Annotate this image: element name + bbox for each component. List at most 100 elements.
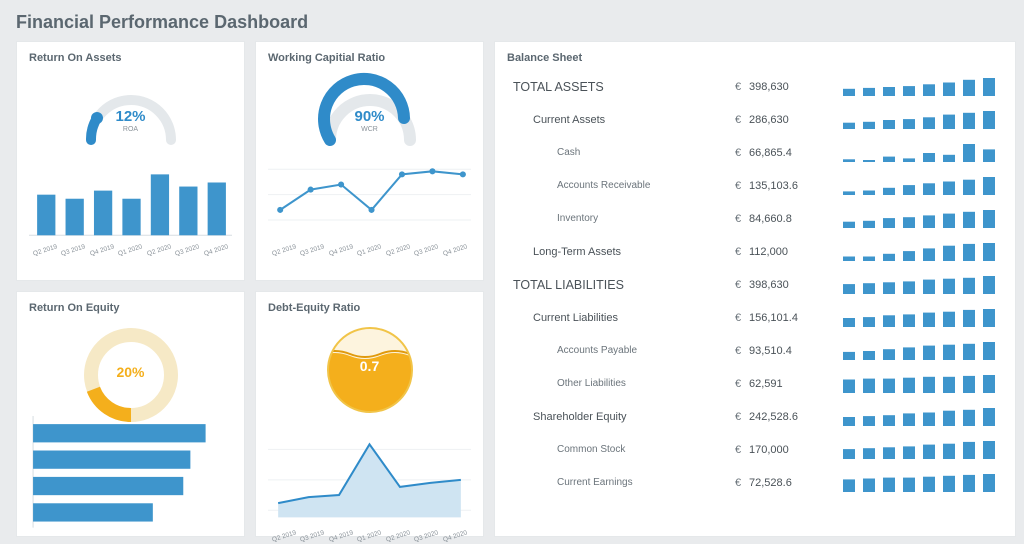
x-label: Q3 2020 — [412, 243, 441, 258]
balance-row-value: 72,528.6 — [749, 477, 829, 489]
balance-row-currency: € — [727, 147, 749, 159]
x-label: Q2 2019 — [270, 528, 299, 543]
card-roa-title: Return On Assets — [29, 52, 232, 64]
balance-row: Inventory€84,660.8 — [507, 202, 1003, 235]
card-wcr-title: Working Capitial Ratio — [268, 52, 471, 64]
area-der: Q2 2019Q3 2019Q4 2019Q1 2020Q2 2020Q3 20… — [268, 424, 471, 540]
balance-row-sparkline — [829, 406, 1003, 428]
balance-row-currency: € — [727, 279, 749, 291]
x-label: Q1 2020 — [355, 528, 384, 543]
balance-row-sparkline — [829, 109, 1003, 131]
dashboard-grid: Return On Assets 12% ROA — [16, 41, 1008, 537]
balance-row-value: 286,630 — [749, 114, 829, 126]
x-label: Q2 2019 — [31, 243, 60, 258]
balance-row-sparkline — [829, 373, 1003, 395]
balance-row: Long-Term Assets€112,000 — [507, 235, 1003, 268]
balance-row: Accounts Receivable€135,103.6 — [507, 169, 1003, 202]
balance-row-value: 112,000 — [749, 246, 829, 258]
gauge-roa-value: 12% — [71, 108, 191, 125]
x-label: Q2 2020 — [383, 528, 412, 543]
area-der-xlabels: Q2 2019Q3 2019Q4 2019Q1 2020Q2 2020Q3 20… — [268, 531, 471, 540]
x-label: Q2 2020 — [144, 243, 173, 258]
x-label: Q3 2019 — [298, 243, 327, 258]
balance-row-currency: € — [727, 477, 749, 489]
gauge-roa-sub: ROA — [71, 126, 191, 133]
balance-row: Cash€66,865.4 — [507, 136, 1003, 169]
balance-row: Common Stock€170,000 — [507, 433, 1003, 466]
balance-row-name: Cash — [507, 147, 727, 158]
x-label: Q3 2019 — [59, 243, 88, 258]
card-der-title: Debt-Equity Ratio — [268, 302, 471, 314]
x-label: Q2 2019 — [270, 243, 299, 258]
balance-row-name: Inventory — [507, 213, 727, 224]
x-label: Q3 2020 — [173, 243, 202, 258]
donut-roe: 20% — [76, 320, 186, 410]
gauge-wcr: 90% WCR — [310, 70, 430, 145]
page-title: Financial Performance Dashboard — [16, 12, 1008, 33]
balance-row-sparkline — [829, 472, 1003, 494]
balance-row-currency: € — [727, 114, 749, 126]
balance-row-name: Current Earnings — [507, 477, 727, 488]
balance-row-sparkline — [829, 307, 1003, 329]
balance-row-currency: € — [727, 411, 749, 423]
x-label: Q3 2019 — [298, 528, 327, 543]
balance-row-sparkline — [829, 241, 1003, 263]
balance-row-sparkline — [829, 340, 1003, 362]
card-roe-title: Return On Equity — [29, 302, 232, 314]
balance-row-sparkline — [829, 175, 1003, 197]
gauge-wcr-value: 90% — [310, 108, 430, 125]
x-label: Q1 2020 — [355, 243, 384, 258]
x-label: Q4 2019 — [326, 528, 355, 543]
liquid-der-value: 0.7 — [320, 358, 420, 374]
balance-row-value: 135,103.6 — [749, 180, 829, 192]
balance-sheet-title: Balance Sheet — [507, 52, 1003, 64]
balance-row: Shareholder Equity€242,528.6 — [507, 400, 1003, 433]
line-wcr-xlabels: Q2 2019Q3 2019Q4 2019Q1 2020Q2 2020Q3 20… — [268, 245, 471, 254]
balance-row-currency: € — [727, 378, 749, 390]
balance-row-currency: € — [727, 444, 749, 456]
balance-row-name: Accounts Payable — [507, 345, 727, 356]
donut-roe-value: 20% — [76, 364, 186, 380]
card-der: Debt-Equity Ratio 0.7 — [255, 291, 484, 537]
balance-row-currency: € — [727, 312, 749, 324]
card-roa: Return On Assets 12% ROA — [16, 41, 245, 281]
liquid-der: 0.7 — [320, 320, 420, 420]
balance-row-name: Long-Term Assets — [507, 246, 727, 258]
x-label: Q2 2020 — [383, 243, 412, 258]
balance-row: Accounts Payable€93,510.4 — [507, 334, 1003, 367]
balance-row-sparkline — [829, 274, 1003, 296]
balance-row-currency: € — [727, 213, 749, 225]
balance-row-currency: € — [727, 345, 749, 357]
balance-row-name: Accounts Receivable — [507, 180, 727, 191]
balance-row: Other Liabilities€62,591 — [507, 367, 1003, 400]
balance-row-value: 66,865.4 — [749, 147, 829, 159]
balance-row: TOTAL ASSETS€398,630 — [507, 70, 1003, 103]
balance-row-sparkline — [829, 142, 1003, 164]
balance-row-name: Shareholder Equity — [507, 411, 727, 423]
x-label: Q4 2020 — [440, 528, 469, 543]
balance-row-value: 62,591 — [749, 378, 829, 390]
balance-row: Current Earnings€72,528.6 — [507, 466, 1003, 499]
balance-row-name: Current Assets — [507, 114, 727, 126]
bars-roa-xlabels: Q2 2019Q3 2019Q4 2019Q1 2020Q2 2020Q3 20… — [29, 245, 232, 254]
balance-row-sparkline — [829, 439, 1003, 461]
balance-row: Current Liabilities€156,101.4 — [507, 301, 1003, 334]
balance-row-value: 156,101.4 — [749, 312, 829, 324]
x-label: Q1 2020 — [116, 243, 145, 258]
gauge-wcr-sub: WCR — [310, 126, 430, 133]
card-roe: Return On Equity 20% — [16, 291, 245, 537]
balance-row-name: Current Liabilities — [507, 312, 727, 324]
balance-row-currency: € — [727, 246, 749, 258]
balance-row-sparkline — [829, 76, 1003, 98]
gauge-roa: 12% ROA — [71, 70, 191, 145]
balance-row: TOTAL LIABILITIES€398,630 — [507, 268, 1003, 301]
balance-row-currency: € — [727, 180, 749, 192]
balance-row-value: 398,630 — [749, 81, 829, 93]
balance-row-value: 398,630 — [749, 279, 829, 291]
x-label: Q4 2020 — [201, 243, 230, 258]
balance-row-name: Other Liabilities — [507, 378, 727, 389]
balance-row-name: TOTAL LIABILITIES — [507, 278, 727, 292]
card-balance-sheet: Balance Sheet TOTAL ASSETS€398,630 Curren… — [494, 41, 1016, 537]
x-label: Q4 2019 — [326, 243, 355, 258]
balance-row-value: 93,510.4 — [749, 345, 829, 357]
